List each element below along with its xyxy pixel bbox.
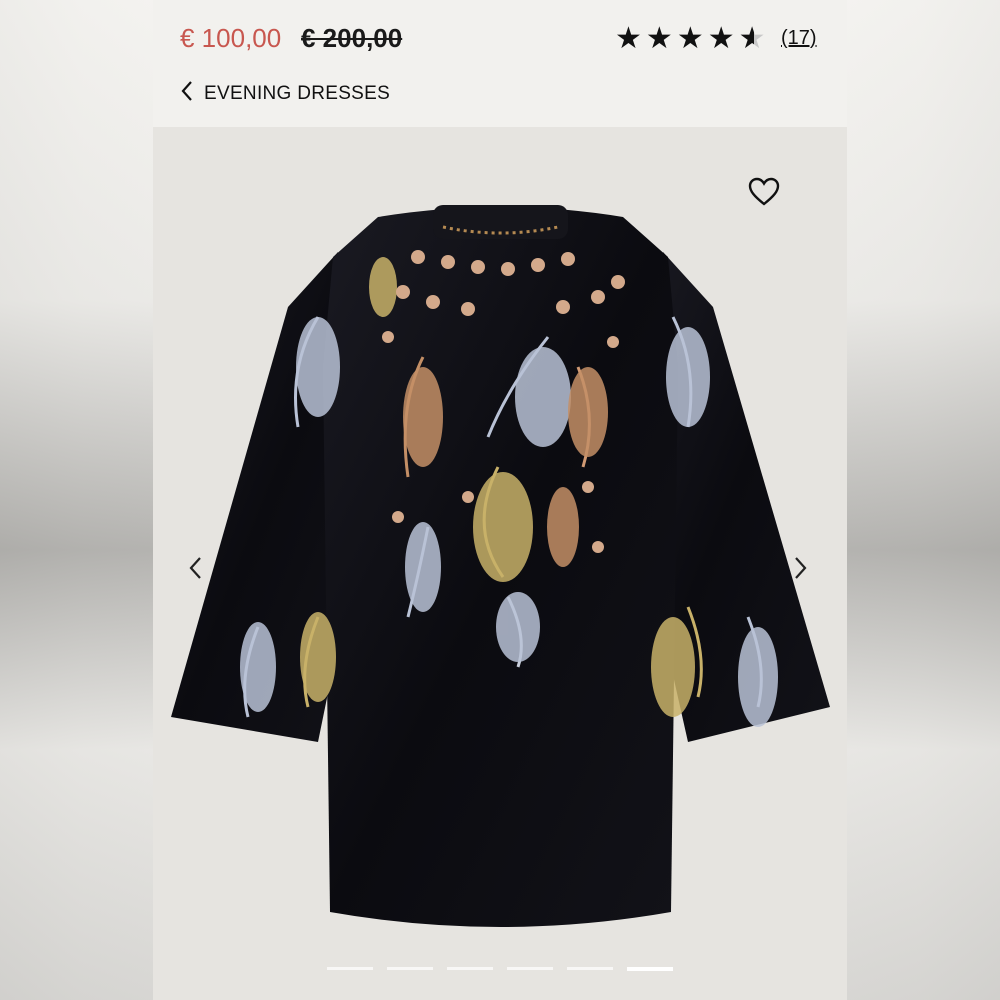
product-image-dress: [171, 205, 830, 927]
star-icon: ★: [615, 22, 642, 55]
slide-dot[interactable]: [447, 967, 493, 970]
category-label: EVENING DRESSES: [204, 83, 391, 104]
product-panel: € 100,00 € 200,00 ★ ★ ★ ★ ★ (17) EVENING…: [153, 0, 847, 1000]
slide-dot[interactable]: [327, 967, 373, 970]
chevron-left-icon: [180, 80, 194, 108]
half-star-icon: ★: [738, 22, 766, 55]
product-image-gallery[interactable]: [153, 127, 847, 1000]
star-icon: ★: [676, 22, 704, 55]
slide-dot-active[interactable]: [627, 967, 673, 971]
slide-dot[interactable]: [507, 967, 553, 970]
product-header: € 100,00 € 200,00 ★ ★ ★ ★ ★ (17) EVENING…: [153, 0, 847, 127]
back-to-category-link[interactable]: EVENING DRESSES: [180, 80, 390, 108]
chevron-left-icon[interactable]: [187, 555, 203, 588]
review-count-link[interactable]: (17): [781, 27, 817, 50]
slide-dot[interactable]: [387, 967, 433, 970]
chevron-right-icon[interactable]: [793, 555, 809, 588]
star-icon: ★: [645, 22, 673, 55]
slide-dot[interactable]: [567, 967, 613, 970]
slide-indicator: [327, 967, 673, 971]
original-price: € 200,00: [301, 23, 403, 53]
wishlist-heart-icon[interactable]: [747, 175, 781, 209]
background-blur-left: [0, 0, 153, 1000]
sale-price: € 100,00: [180, 23, 282, 53]
background-blur-right: [847, 0, 1000, 1000]
star-icon: ★: [707, 22, 735, 55]
rating-stars: ★ ★ ★ ★ ★: [615, 24, 766, 54]
